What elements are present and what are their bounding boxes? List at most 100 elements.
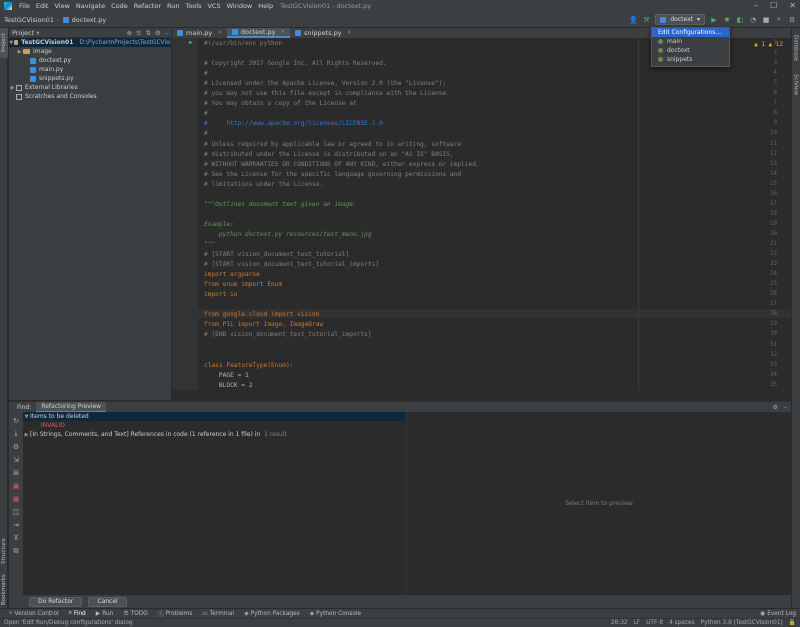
- chevron-right-icon[interactable]: ▶: [23, 432, 30, 438]
- python-interpreter[interactable]: Python 3.8 (TestGCVision01): [701, 620, 783, 626]
- exclude-icon[interactable]: ▣: [12, 495, 20, 503]
- stop-icon[interactable]: ■: [762, 16, 770, 24]
- line-separator[interactable]: LF: [634, 620, 641, 626]
- menu-tools[interactable]: Tools: [182, 2, 204, 10]
- pin-icon[interactable]: ⊼: [12, 534, 20, 542]
- tab-doctext[interactable]: doctext.py ✕: [226, 28, 291, 38]
- tab-main[interactable]: main.py ✕: [172, 28, 227, 38]
- menu-window[interactable]: Window: [224, 2, 256, 10]
- project-view-selector[interactable]: Project: [12, 29, 34, 37]
- database-tool-tab[interactable]: Database: [791, 32, 800, 64]
- tree-item-doctext[interactable]: doctext.py: [9, 56, 171, 65]
- line-number: 25: [770, 281, 777, 288]
- maximize-icon[interactable]: ☐: [770, 1, 777, 10]
- close-tab-icon[interactable]: ✕: [347, 30, 352, 36]
- profile-icon[interactable]: ◔: [749, 16, 757, 24]
- tree-item-snippets[interactable]: snippets.py: [9, 74, 171, 83]
- search-icon[interactable]: ⌕: [775, 15, 783, 24]
- user-icon[interactable]: 👤: [629, 16, 638, 24]
- sciview-tool-tab[interactable]: SciView: [791, 70, 800, 100]
- do-refactor-button[interactable]: Do Refactor: [29, 596, 83, 607]
- menu-file[interactable]: File: [16, 2, 33, 10]
- gear-icon[interactable]: ⚙: [155, 29, 161, 37]
- inspection-warnings-badge[interactable]: ▲ 1 ▲ 12: [754, 41, 783, 48]
- tree-row-references[interactable]: ▶ [In Strings, Comments, and Text] Refer…: [23, 430, 405, 439]
- arrow-down-icon[interactable]: ↓: [12, 430, 20, 438]
- minimize-icon[interactable]: –: [754, 1, 758, 10]
- tree-item-image-folder[interactable]: ▶ image: [9, 47, 171, 56]
- tree-item-external-libraries[interactable]: ▶ External Libraries: [9, 83, 171, 92]
- menu-help[interactable]: Help: [255, 2, 276, 10]
- dropdown-item-main[interactable]: main: [652, 37, 729, 46]
- menu-refactor[interactable]: Refactor: [131, 2, 164, 10]
- export-icon[interactable]: ⇥: [12, 521, 20, 529]
- breadcrumb-project[interactable]: TestGCVision01: [4, 16, 54, 24]
- chevron-down-icon[interactable]: ▼: [9, 40, 14, 46]
- toolwindow-find[interactable]: ⌕ Find: [64, 610, 91, 617]
- chevron-down-icon[interactable]: ▾: [36, 29, 39, 37]
- toolwindow-terminal[interactable]: ▭ Terminal: [197, 611, 239, 617]
- hide-icon[interactable]: –: [784, 404, 787, 411]
- menu-view[interactable]: View: [51, 2, 72, 10]
- tree-row-invalid[interactable]: INVALID: [23, 421, 405, 430]
- toolwindow-python-console[interactable]: ◈ Python Console: [305, 611, 366, 617]
- locate-icon[interactable]: ⊕: [127, 29, 132, 37]
- rerun-icon[interactable]: ↻: [12, 417, 20, 425]
- group-icon[interactable]: ⊞: [12, 469, 20, 477]
- menu-run[interactable]: Run: [164, 2, 182, 10]
- menu-code[interactable]: Code: [108, 2, 131, 10]
- run-icon[interactable]: ▶: [710, 16, 718, 24]
- bookmarks-tool-tab[interactable]: Bookmarks: [0, 573, 8, 607]
- merge-icon[interactable]: ⧉: [12, 547, 20, 555]
- gear-icon[interactable]: ⚙: [773, 404, 778, 411]
- filter-icon[interactable]: ▣: [12, 482, 20, 490]
- tree-item-main[interactable]: main.py: [9, 65, 171, 74]
- close-tab-icon[interactable]: ✕: [217, 30, 222, 36]
- close-icon[interactable]: ✕: [789, 1, 796, 10]
- gear-icon[interactable]: ⚙: [12, 443, 20, 451]
- dropdown-edit-configurations[interactable]: Edit Configurations...: [652, 28, 729, 37]
- menu-vcs[interactable]: VCS: [204, 2, 223, 10]
- hide-icon[interactable]: –: [165, 29, 168, 37]
- toolwindow-version-control[interactable]: ⑂ Version Control: [4, 611, 64, 617]
- coverage-icon[interactable]: ◧: [736, 16, 744, 24]
- bottom-tool-header: Find: Refactoring Preview ⚙ –: [9, 401, 791, 413]
- lock-icon[interactable]: 🔓: [789, 620, 796, 626]
- debug-icon[interactable]: ✹: [723, 16, 731, 24]
- structure-tool-tab[interactable]: Structure: [0, 533, 8, 569]
- tree-item-root[interactable]: ▼ TestGCVision01 D:\PycharmProjects\Test…: [9, 38, 171, 47]
- run-config-selector[interactable]: doctext ▾: [655, 14, 705, 25]
- chevron-down-icon[interactable]: ▼: [23, 414, 30, 420]
- preview-icon[interactable]: ◫: [12, 508, 20, 516]
- menu-edit[interactable]: Edit: [33, 2, 52, 10]
- tab-snippets[interactable]: snippets.py ✕: [290, 28, 356, 38]
- file-encoding[interactable]: UTF-8: [646, 620, 663, 626]
- menu-navigate[interactable]: Navigate: [73, 2, 108, 10]
- tab-refactoring-preview[interactable]: Refactoring Preview: [36, 401, 107, 413]
- tree-row-items-to-delete[interactable]: ▼ Items to be deleted: [23, 412, 405, 421]
- code-editor[interactable]: ▶ ▲ 1 ▲ 12 #!/usr/bin/env python # Copyri…: [172, 38, 791, 390]
- breadcrumb-file[interactable]: doctext.py: [72, 16, 107, 24]
- code-line: from google.cloud import vision: [204, 311, 320, 319]
- expand-all-icon[interactable]: ⇅: [145, 29, 150, 37]
- caret-position[interactable]: 28:32: [611, 620, 628, 626]
- close-tab-icon[interactable]: ✕: [280, 29, 285, 35]
- indent-setting[interactable]: 4 spaces: [669, 620, 695, 626]
- settings-icon[interactable]: ⚙: [788, 16, 796, 24]
- toolwindow-python-packages[interactable]: ◈ Python Packages: [239, 611, 304, 617]
- toolwindow-todo[interactable]: ☰ TODO: [118, 611, 152, 617]
- cancel-button[interactable]: Cancel: [88, 596, 127, 607]
- collapse-all-icon[interactable]: ≡: [136, 29, 141, 37]
- chevron-right-icon[interactable]: ▶: [16, 49, 23, 55]
- tree-item-scratches[interactable]: Scratches and Consoles: [9, 92, 171, 101]
- toolwindow-run[interactable]: ▶ Run: [91, 611, 119, 617]
- chevron-right-icon[interactable]: ▶: [9, 85, 16, 91]
- dropdown-item-doctext[interactable]: doctext: [652, 46, 729, 55]
- dropdown-item-snippets[interactable]: snippets: [652, 55, 729, 64]
- event-log-button[interactable]: ◉ Event Log: [760, 611, 796, 617]
- project-tool-tab[interactable]: Project: [0, 28, 8, 58]
- build-icon[interactable]: ⚒: [642, 16, 650, 24]
- run-gutter-icon[interactable]: ▶: [189, 39, 193, 46]
- toolwindow-problems[interactable]: ⓘ Problems: [153, 609, 198, 619]
- expand-icon[interactable]: ⇲: [12, 456, 20, 464]
